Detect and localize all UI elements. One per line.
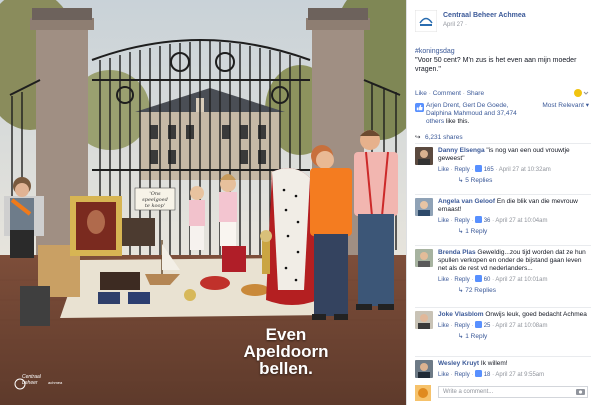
comment-time[interactable]: April 27 at 9:55am [495, 372, 544, 378]
comment-author[interactable]: Brenda Plas [438, 249, 476, 256]
view-replies[interactable]: ↳ 72 Replies [458, 287, 588, 295]
page-name-link[interactable]: Centraal Beheer Achmea [443, 12, 526, 19]
photo-illustration [0, 0, 406, 405]
replies-link[interactable]: 1 Reply [465, 333, 487, 340]
globe-icon: · [465, 22, 468, 28]
pin-icon[interactable] [573, 88, 589, 98]
post-text: "Voor 50 cent? M'n zus is het even aan m… [415, 57, 577, 73]
comment-meta: Like · Reply · 25 · April 27 at 10:08am [438, 321, 548, 329]
comment-like-link[interactable]: Like [438, 323, 449, 329]
post-message: #koningsdag "Voor 50 cent? M'n zus is he… [415, 47, 587, 74]
sort-dropdown[interactable]: Most Relevant ▾ [542, 102, 589, 110]
post-sidebar: Centraal Beheer Achmea April 27 · #konin… [406, 0, 595, 405]
separator: · [428, 90, 431, 97]
photo-caption: Even Apeldoorn bellen. [228, 326, 344, 377]
camera-icon[interactable] [576, 388, 585, 395]
divider [415, 307, 591, 308]
thumbs-up-icon [475, 275, 483, 282]
comment-body: Brenda Plas Geweldig...zou tijd worden d… [438, 249, 588, 295]
avatar-icon [415, 385, 431, 401]
comment-placeholder: Write a comment... [443, 389, 494, 395]
comment-reply-link[interactable]: Reply [454, 323, 469, 329]
thumbs-up-icon [475, 321, 483, 328]
divider [415, 194, 591, 195]
comment-composer: Write a comment... [415, 385, 591, 401]
comment-body: Danny Elsenga "is nog van een oud vrouwt… [438, 147, 588, 185]
divider [415, 245, 591, 246]
comment-meta: Like · Reply · 165 · April 27 at 10:32am [438, 165, 551, 173]
thumbs-up-icon [475, 165, 483, 172]
caption-line: bellen. [259, 359, 313, 378]
hashtag-link[interactable]: #koningsdag [415, 47, 587, 56]
comment-time[interactable]: April 27 at 10:01am [495, 277, 547, 283]
avatar-icon[interactable] [415, 249, 433, 267]
post-date-text[interactable]: April 27 [443, 22, 463, 28]
comment-time[interactable]: April 27 at 10:32am [499, 167, 551, 173]
comment-like-link[interactable]: Like [438, 372, 449, 378]
comment-time[interactable]: April 27 at 10:08am [495, 323, 547, 329]
comment-body: Wesley Kruyt Ik willem! Like · Reply · 1… [438, 360, 588, 379]
thumbs-up-icon [475, 216, 483, 223]
comment-like-link[interactable]: Like [438, 277, 449, 283]
comment-body: Joke Vlasblom Onwijs leuk, goed bedacht … [438, 311, 588, 341]
avatar-icon[interactable] [415, 147, 433, 165]
liker-names: Arjen Drent, Gert De Goede, Dalphina Mah… [426, 102, 534, 126]
avatar-icon[interactable] [415, 360, 433, 378]
comment-meta: Like · Reply · 36 · April 27 at 10:04am [438, 216, 548, 224]
comment-meta: Like · Reply · 60 · April 27 at 10:01am [438, 275, 548, 283]
view-replies[interactable]: ↳ 1 Reply [458, 228, 588, 236]
page-logo-icon[interactable] [415, 10, 437, 32]
likes-summary: Arjen Drent, Gert De Goede, Dalphina Mah… [415, 102, 591, 132]
post-actions: Like · Comment · Share [415, 88, 591, 100]
comment-reply-link[interactable]: Reply [454, 167, 469, 173]
share-icon: ↪ [415, 134, 421, 141]
comment-body: Angela van Geloof En die blik van die me… [438, 198, 588, 236]
comment-likes-count[interactable]: 165 [484, 167, 494, 173]
view-replies[interactable]: ↳ 5 Replies [458, 177, 588, 185]
caption-line: Even [265, 325, 307, 344]
thumbs-up-icon [475, 370, 483, 377]
sign-line: te koop' [144, 203, 166, 209]
shares-link[interactable]: 6,231 shares [425, 134, 463, 141]
avatar-icon[interactable] [415, 198, 433, 216]
comment-reply-link[interactable]: Reply [454, 372, 469, 378]
comment-reply-link[interactable]: Reply [454, 277, 469, 283]
divider [415, 356, 591, 357]
comment-likes-count[interactable]: 60 [484, 277, 491, 283]
comment-meta: Like · Reply · 18 · April 27 at 9:55am [438, 370, 545, 378]
caption-line: Apeldoorn [243, 342, 329, 361]
sale-sign: 'Ons speelgoed te koop' [138, 191, 172, 209]
post-photo[interactable]: 'Ons speelgoed te koop' Even Apeldoorn b… [0, 0, 406, 405]
replies-link[interactable]: 72 Replies [465, 287, 496, 294]
avatar-icon[interactable] [415, 311, 433, 329]
like-this-text: like this. [444, 118, 470, 125]
comment-like-link[interactable]: Like [438, 167, 449, 173]
comment-text: Ik willem! [480, 360, 508, 367]
share-link[interactable]: Share [467, 90, 484, 97]
comment-author[interactable]: Danny Elsenga [438, 147, 485, 154]
comment-likes-count[interactable]: 36 [484, 218, 491, 224]
comment-author[interactable]: Angela van Geloof [438, 198, 495, 205]
divider [415, 143, 591, 144]
replies-link[interactable]: 1 Reply [465, 228, 487, 235]
separator: · [462, 90, 465, 97]
comment-input[interactable]: Write a comment... [438, 386, 588, 398]
comment-text: Onwijs leuk, goed bedacht Achmea [485, 311, 587, 318]
comment-time[interactable]: April 27 at 10:04am [495, 218, 547, 224]
post-header: Centraal Beheer Achmea April 27 · [415, 10, 590, 34]
post-date[interactable]: April 27 · [443, 22, 467, 28]
comment-author[interactable]: Wesley Kruyt [438, 360, 479, 367]
thumbs-up-icon [415, 103, 424, 112]
view-replies[interactable]: ↳ 1 Reply [458, 333, 588, 341]
brand-logo: Centraal beheer achmea [8, 374, 62, 386]
comment-author[interactable]: Joke Vlasblom [438, 311, 484, 318]
replies-link[interactable]: 5 Replies [465, 177, 492, 184]
like-link[interactable]: Like [415, 90, 427, 97]
shares-count[interactable]: ↪ 6,231 shares [415, 133, 463, 141]
comment-likes-count[interactable]: 18 [484, 372, 491, 378]
comment-reply-link[interactable]: Reply [454, 218, 469, 224]
comment-link[interactable]: Comment [433, 90, 461, 97]
comment-like-link[interactable]: Like [438, 218, 449, 224]
comment-likes-count[interactable]: 25 [484, 323, 491, 329]
